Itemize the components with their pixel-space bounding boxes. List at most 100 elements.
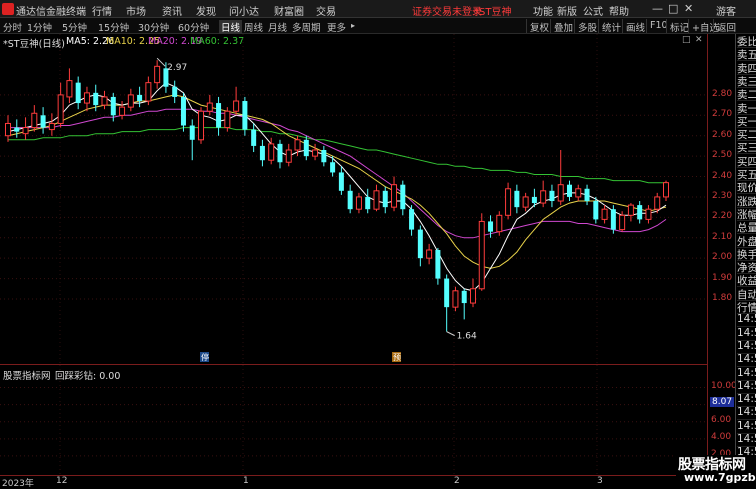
tool-stats[interactable]: 统计 [598, 19, 624, 34]
side-panel-item[interactable]: 现价 [737, 180, 756, 195]
period-monthly[interactable]: 月线 [268, 20, 287, 34]
side-panel-item[interactable]: 卖一 [737, 101, 756, 115]
time-label-year: 2023年 [2, 479, 34, 489]
candle-body [452, 290, 459, 308]
side-panel-item[interactable]: 14:55 [737, 420, 756, 434]
menu-wealth[interactable]: 财富圈 [274, 3, 304, 18]
menu-ask[interactable]: 问小达 [229, 3, 259, 18]
maximize-icon[interactable]: □ [668, 2, 678, 15]
more-chevron-icon[interactable]: ▸ [351, 21, 355, 30]
candle-body [110, 96, 116, 116]
candle-body [242, 101, 248, 130]
period-60min[interactable]: 60分钟 [178, 20, 209, 34]
candle-body [22, 127, 29, 135]
side-panel-item[interactable]: 外盘 [737, 234, 756, 248]
tool-multi-stock[interactable]: 多股 [574, 19, 600, 34]
candle-body [417, 229, 423, 259]
candle-body [426, 249, 433, 259]
side-panel-item[interactable]: 净资 [737, 260, 756, 275]
side-panel-item[interactable]: 总量 [737, 220, 756, 235]
menu-market[interactable]: 市场 [126, 3, 146, 18]
side-panel-item[interactable]: 14:55 [737, 406, 756, 421]
side-panel-item[interactable]: 14:55 [737, 380, 756, 394]
side-panel-item[interactable]: 买五 [737, 167, 756, 181]
tool-draw[interactable]: 画线 [622, 19, 648, 34]
user-label[interactable]: 游客 [716, 3, 736, 18]
side-panel-item[interactable]: 卖四 [737, 61, 756, 75]
quote-side-panel[interactable]: 委比 卖五 卖四 卖三 卖二 卖一 买一 买二 买三 买四 买五 现价 涨跌 涨幅 总量 外盘 换手 净资 收益 自动… [735, 34, 756, 487]
period-daily[interactable]: 日线 [219, 20, 243, 34]
candle-body [593, 201, 599, 220]
indicator-panel[interactable]: 股票指标网 回踩彩钻: 0.00 [0, 364, 708, 476]
price-tick-label: 2.20 [712, 211, 733, 222]
menu-formula[interactable]: 公式 [583, 3, 603, 18]
period-1min[interactable]: 1分钟 [27, 20, 52, 34]
menu-news[interactable]: 资讯 [162, 3, 182, 18]
side-panel-item[interactable]: 涨幅 [737, 207, 756, 221]
menu-discover[interactable]: 发现 [196, 3, 216, 18]
side-panel-item[interactable]: 卖五 [737, 47, 756, 62]
period-intraday[interactable]: 分时 [3, 20, 22, 34]
menu-new-version[interactable]: 新版 [557, 3, 577, 18]
period-30min[interactable]: 30分钟 [138, 20, 169, 34]
candle-body [119, 106, 126, 116]
menu-trade[interactable]: 交易 [316, 3, 336, 18]
side-panel-item[interactable]: 卖三 [737, 74, 756, 88]
period-15min[interactable]: 15分钟 [98, 20, 129, 34]
menu-help[interactable]: 帮助 [609, 3, 629, 18]
side-panel-item[interactable]: 14:55 [737, 340, 756, 354]
side-panel-item[interactable]: 14:55 [737, 353, 756, 368]
side-panel-item[interactable]: 买一 [737, 114, 756, 128]
price-chart-svg: 2.97 1.64 停 预 [0, 34, 708, 364]
side-panel-item[interactable]: 买三 [737, 140, 756, 155]
period-weekly[interactable]: 周线 [244, 20, 263, 34]
side-panel-item[interactable]: 卖二 [737, 87, 756, 102]
candle-body [66, 80, 73, 98]
price-tick-label: 2.30 [712, 190, 733, 201]
candle-body [469, 288, 476, 304]
menu-functions[interactable]: 功能 [533, 3, 553, 18]
period-5min[interactable]: 5分钟 [62, 20, 87, 34]
period-more[interactable]: 更多 [327, 20, 346, 34]
tool-adjust[interactable]: 复权 [526, 19, 552, 34]
candle-body [101, 96, 108, 106]
side-panel-item[interactable]: 收益 [737, 273, 756, 288]
candle-body [645, 208, 652, 220]
period-toolbar: 分时 1分钟 5分钟 15分钟 30分钟 60分钟 日线 周线 月线 多周期 更… [0, 18, 756, 34]
indicator-tick-label: 4.00 [711, 431, 732, 442]
tool-back[interactable]: 返回 [713, 19, 739, 34]
login-warning[interactable]: 证券交易未登录 [412, 3, 482, 18]
side-panel-item[interactable]: 自动 [737, 287, 756, 301]
side-panel-item[interactable]: 14:55 [737, 433, 756, 447]
stock-tag[interactable]: *ST豆神 [474, 3, 511, 18]
close-icon[interactable]: ✕ [684, 2, 693, 15]
side-panel-item[interactable]: 14:54 [737, 327, 756, 341]
side-panel-item[interactable]: 行情 [737, 300, 756, 314]
minimize-icon[interactable]: — [652, 2, 663, 15]
side-panel-item[interactable]: 14:54 [737, 313, 756, 328]
side-panel-item[interactable]: 换手 [737, 247, 756, 261]
side-panel-item[interactable]: 14:55 [737, 393, 756, 408]
candle-body [601, 208, 608, 220]
candle-body [303, 139, 309, 157]
low-price-label: 1.64 [457, 332, 477, 342]
side-panel-item[interactable]: 委比 [737, 34, 756, 48]
side-panel-item[interactable]: 买二 [737, 127, 756, 142]
candle-body [83, 92, 90, 104]
side-panel-item[interactable]: 涨跌 [737, 194, 756, 208]
site-watermark: 股票指标网 www.7gpzb.com [676, 455, 756, 487]
menu-quotes[interactable]: 行情 [92, 3, 112, 18]
candle-body [514, 190, 520, 208]
candle-body [478, 220, 485, 290]
candle-body [522, 196, 529, 208]
side-panel-item[interactable]: 14:55 [737, 367, 756, 381]
side-panel-item[interactable]: 买四 [737, 154, 756, 168]
tool-overlay[interactable]: 叠加 [550, 19, 576, 34]
candle-body [180, 96, 186, 126]
candle-body [251, 129, 257, 146]
candle-body [566, 184, 572, 197]
candlestick-panel[interactable]: *ST豆神(日线) MA5: 2.26 MA10: 2.25 MA20: 2.1… [0, 34, 708, 364]
high-pointer [156, 57, 166, 67]
candle-body [312, 149, 319, 157]
period-multi[interactable]: 多周期 [292, 20, 321, 34]
